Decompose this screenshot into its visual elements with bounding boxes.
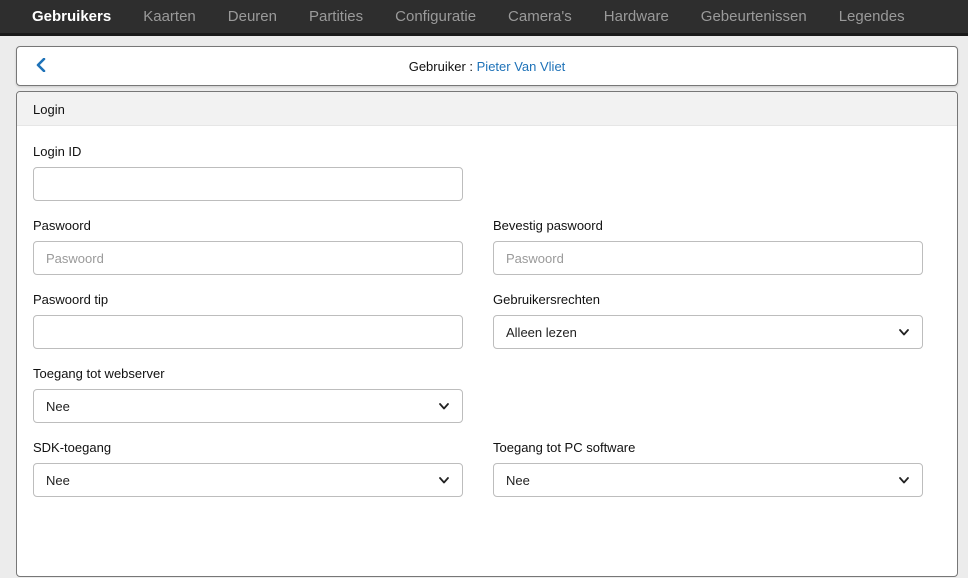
top-nav: Gebruikers Kaarten Deuren Partities Conf… xyxy=(0,0,968,36)
panel-title: Login xyxy=(17,92,957,126)
user-header: Gebruiker : Pieter Van Vliet xyxy=(16,46,958,86)
user-rights-value: Alleen lezen xyxy=(506,324,577,340)
nav-item-gebruikers[interactable]: Gebruikers xyxy=(0,8,127,25)
confirm-password-input[interactable] xyxy=(493,241,923,275)
sdk-access-label: SDK-toegang xyxy=(33,440,112,455)
chevron-down-icon xyxy=(898,474,910,486)
password-label: Paswoord xyxy=(33,218,91,233)
confirm-password-label: Bevestig paswoord xyxy=(493,218,603,233)
user-name-link[interactable]: Pieter Van Vliet xyxy=(477,59,566,74)
back-button[interactable] xyxy=(31,55,51,75)
password-hint-input[interactable] xyxy=(33,315,463,349)
chevron-left-icon xyxy=(36,58,46,72)
nav-item-configuratie[interactable]: Configuratie xyxy=(379,8,492,25)
page-title: Gebruiker : Pieter Van Vliet xyxy=(409,59,566,74)
chevron-down-icon xyxy=(438,400,450,412)
login-id-label: Login ID xyxy=(33,144,82,159)
sdk-access-select[interactable]: Nee xyxy=(33,463,463,497)
title-prefix: Gebruiker : xyxy=(408,58,477,74)
webserver-access-label: Toegang tot webserver xyxy=(33,366,165,381)
nav-item-cameras[interactable]: Camera's xyxy=(492,8,588,25)
password-input[interactable] xyxy=(33,241,463,275)
pc-software-access-label: Toegang tot PC software xyxy=(493,440,636,455)
nav-item-gebeurtenissen[interactable]: Gebeurtenissen xyxy=(685,8,823,25)
nav-item-legendes[interactable]: Legendes xyxy=(823,8,921,25)
nav-item-deuren[interactable]: Deuren xyxy=(212,8,293,25)
user-rights-select[interactable]: Alleen lezen xyxy=(493,315,923,349)
nav-item-kaarten[interactable]: Kaarten xyxy=(127,8,212,25)
nav-item-partities[interactable]: Partities xyxy=(293,8,379,25)
password-hint-label: Paswoord tip xyxy=(33,292,109,307)
webserver-access-select[interactable]: Nee xyxy=(33,389,463,423)
login-id-input[interactable] xyxy=(33,167,463,201)
webserver-access-value: Nee xyxy=(46,398,70,414)
nav-item-hardware[interactable]: Hardware xyxy=(588,8,685,25)
pc-software-access-value: Nee xyxy=(506,472,530,488)
chevron-down-icon xyxy=(898,326,910,338)
user-rights-label: Gebruikersrechten xyxy=(493,292,600,307)
login-panel: Login Login ID Paswoord Bevestig paswoor… xyxy=(16,91,958,577)
sdk-access-value: Nee xyxy=(46,472,70,488)
pc-software-access-select[interactable]: Nee xyxy=(493,463,923,497)
chevron-down-icon xyxy=(438,474,450,486)
